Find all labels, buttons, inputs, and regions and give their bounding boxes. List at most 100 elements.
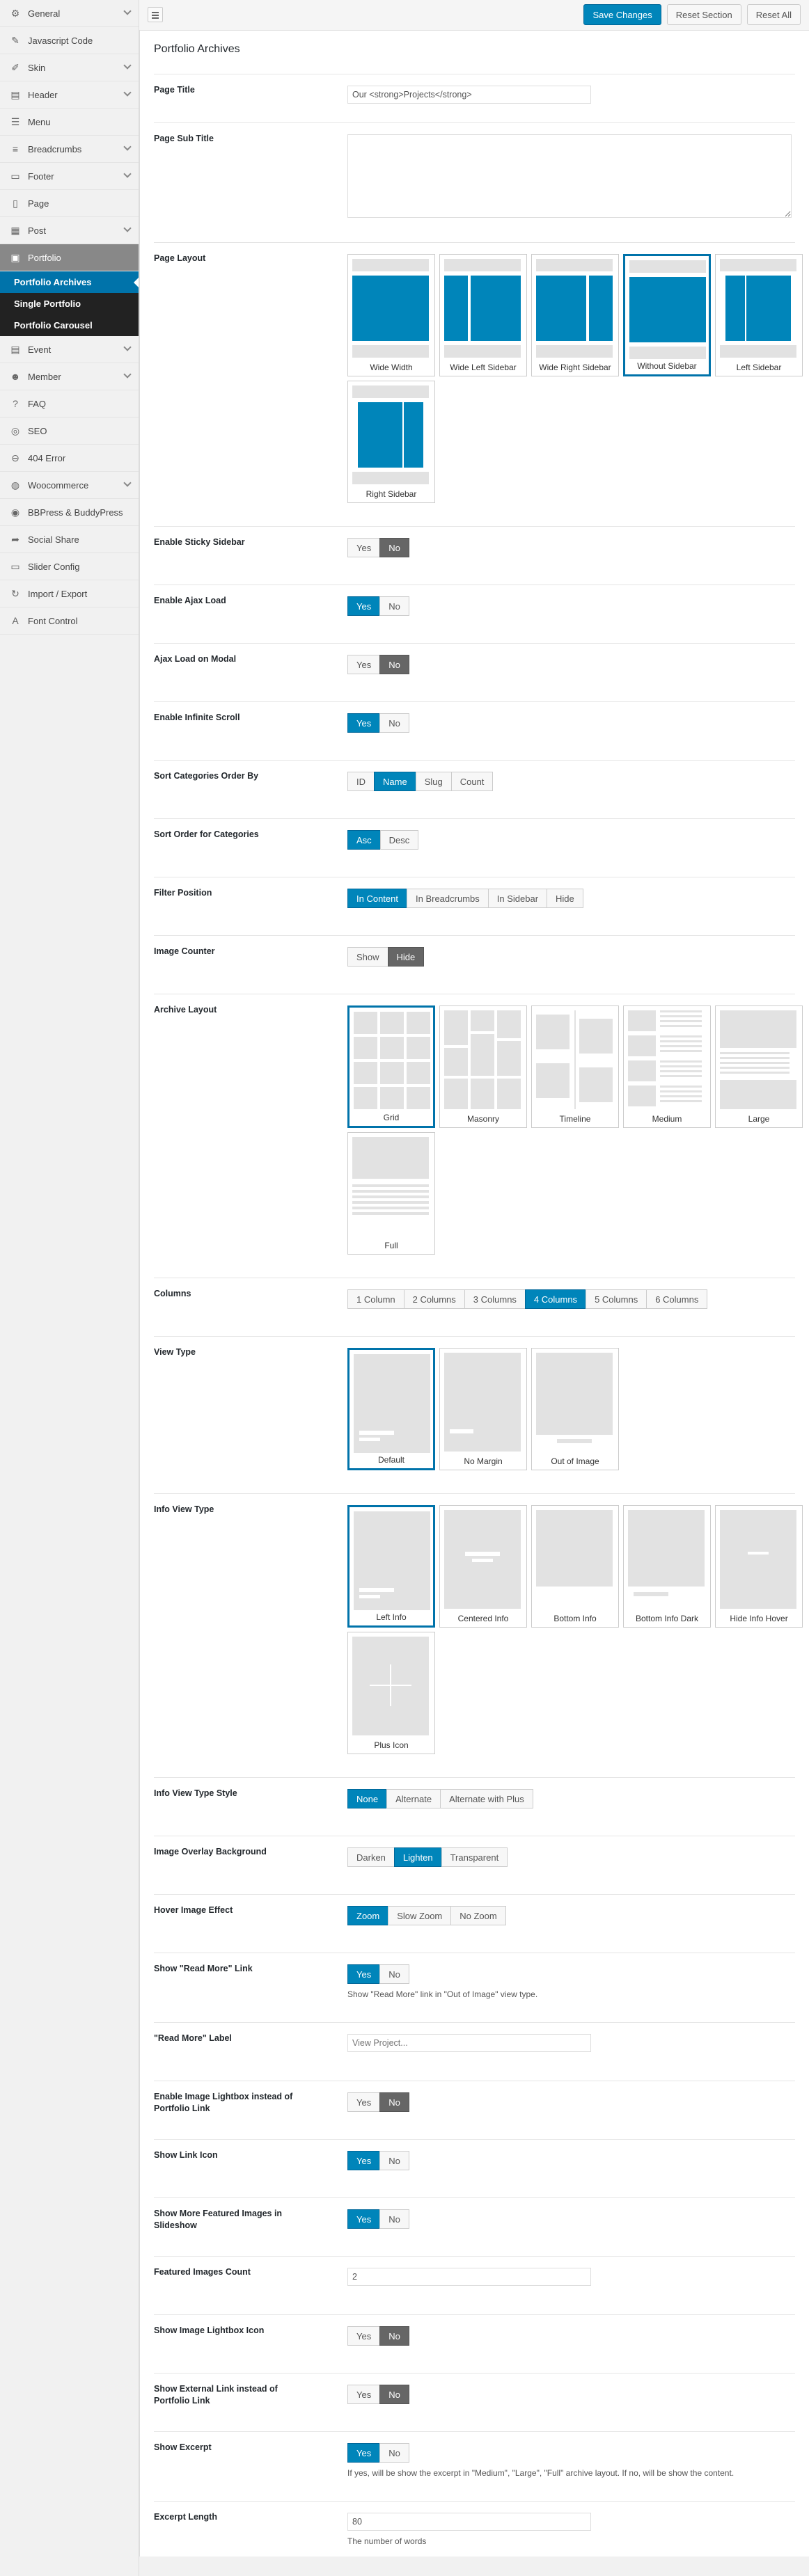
option-yes[interactable]: Yes [347,2209,381,2229]
option-yes[interactable]: Yes [347,2326,381,2346]
sidebar-item-header[interactable]: ▤ Header [0,81,139,109]
sidebar-item-member[interactable]: ☻ Member [0,363,139,390]
option-slug[interactable]: Slug [415,772,452,791]
sidebar-item-skin[interactable]: ✐ Skin [0,54,139,81]
option-right-sidebar[interactable]: Right Sidebar [347,381,435,503]
option-transparent[interactable]: Transparent [441,1847,508,1867]
option-timeline[interactable]: Timeline [531,1005,619,1128]
option-no[interactable]: No [379,655,409,674]
option-no[interactable]: No [379,2151,409,2170]
sidebar-item-event[interactable]: ▤ Event [0,336,139,363]
option-no[interactable]: No [379,2443,409,2463]
option-id[interactable]: ID [347,772,375,791]
option-1-column[interactable]: 1 Column [347,1289,404,1309]
chevron-down-icon[interactable] [123,7,132,15]
option-3-columns[interactable]: 3 Columns [464,1289,526,1309]
option-bottom-info-dark[interactable]: Bottom Info Dark [623,1505,711,1628]
option-hide-info-hover[interactable]: Hide Info Hover [715,1505,803,1628]
chevron-down-icon[interactable] [123,479,132,487]
option-in-breadcrumbs[interactable]: In Breadcrumbs [407,889,489,908]
option-left-sidebar[interactable]: Left Sidebar [715,254,803,376]
option-asc[interactable]: Asc [347,830,381,850]
text-input-excerpt-length[interactable] [347,2513,591,2531]
option-default[interactable]: Default [347,1348,435,1470]
sidebar-item-404-error[interactable]: ⊖ 404 Error [0,445,139,472]
option-yes[interactable]: Yes [347,2385,381,2404]
option-yes[interactable]: Yes [347,713,381,733]
sidebar-item-footer[interactable]: ▭ Footer [0,163,139,190]
chevron-down-icon[interactable] [123,343,132,351]
chevron-down-icon[interactable] [123,170,132,178]
option-hide[interactable]: Hide [547,889,583,908]
sub-title-textarea[interactable] [347,134,792,218]
option-no[interactable]: No [379,538,409,557]
option-full[interactable]: Full [347,1132,435,1255]
option-large[interactable]: Large [715,1005,803,1128]
option-yes[interactable]: Yes [347,2092,381,2112]
option-no[interactable]: No [379,2209,409,2229]
option-medium[interactable]: Medium [623,1005,711,1128]
save-changes-button[interactable]: Save Changes [583,4,661,25]
menu-toggle-icon[interactable] [148,7,163,22]
option-count[interactable]: Count [450,772,494,791]
reset-all-button[interactable]: Reset All [746,4,801,25]
reset-section-button[interactable]: Reset Section [666,4,741,25]
option-wide-width[interactable]: Wide Width [347,254,435,376]
option-plus-icon[interactable]: Plus Icon [347,1632,435,1754]
option-bottom-info[interactable]: Bottom Info [531,1505,619,1628]
option-no-margin[interactable]: No Margin [439,1348,527,1470]
option-yes[interactable]: Yes [347,655,381,674]
option-name[interactable]: Name [374,772,416,791]
option-no[interactable]: No [379,1964,409,1984]
option-alternate-with-plus[interactable]: Alternate with Plus [440,1789,533,1808]
option-no[interactable]: No [379,596,409,616]
option-4-columns[interactable]: 4 Columns [524,1289,587,1309]
sidebar-subitem-portfolio-archives[interactable]: Portfolio Archives [0,271,139,293]
text-input-read-more-label[interactable] [347,2034,591,2052]
chevron-down-icon[interactable] [123,143,132,151]
sidebar-item-portfolio[interactable]: ▣ Portfolio [0,244,139,271]
sidebar-item-breadcrumbs[interactable]: ≡ Breadcrumbs [0,136,139,163]
chevron-down-icon[interactable] [123,370,132,379]
sidebar-item-faq[interactable]: ? FAQ [0,390,139,418]
option-no-zoom[interactable]: No Zoom [450,1906,506,1925]
option-darken[interactable]: Darken [347,1847,395,1867]
sidebar-item-slider-config[interactable]: ▭ Slider Config [0,553,139,580]
option-masonry[interactable]: Masonry [439,1005,527,1128]
option-no[interactable]: No [379,2326,409,2346]
option-alternate[interactable]: Alternate [386,1789,441,1808]
option-yes[interactable]: Yes [347,596,381,616]
sidebar-item-seo[interactable]: ◎ SEO [0,418,139,445]
text-input-featured-count[interactable] [347,2268,591,2286]
option-no[interactable]: No [379,2385,409,2404]
sidebar-item-general[interactable]: ⚙ General [0,0,139,27]
option-none[interactable]: None [347,1789,388,1808]
option-2-columns[interactable]: 2 Columns [403,1289,465,1309]
chevron-down-icon[interactable] [123,224,132,232]
chevron-down-icon[interactable] [123,61,132,70]
option-yes[interactable]: Yes [347,2443,381,2463]
option-wide-right-sidebar[interactable]: Wide Right Sidebar [531,254,619,376]
option-without-sidebar[interactable]: Without Sidebar [623,254,711,376]
option-no[interactable]: No [379,713,409,733]
option-in-sidebar[interactable]: In Sidebar [487,889,548,908]
option-hide[interactable]: Hide [387,947,425,967]
sidebar-item-import-export[interactable]: ↻ Import / Export [0,580,139,607]
sidebar-item-page[interactable]: ▯ Page [0,190,139,217]
sidebar-item-bbpress-buddypress[interactable]: ◉ BBPress & BuddyPress [0,499,139,526]
option-slow-zoom[interactable]: Slow Zoom [388,1906,452,1925]
option-show[interactable]: Show [347,947,388,967]
option-wide-left-sidebar[interactable]: Wide Left Sidebar [439,254,527,376]
sidebar-item-post[interactable]: ▦ Post [0,217,139,244]
sidebar-item-woocommerce[interactable]: ◍ Woocommerce [0,472,139,499]
option-no[interactable]: No [379,2092,409,2112]
option-grid[interactable]: Grid [347,1005,435,1128]
option-lighten[interactable]: Lighten [393,1847,442,1867]
option-yes[interactable]: Yes [347,538,381,557]
sidebar-item-menu[interactable]: ☰ Menu [0,109,139,136]
option-left-info[interactable]: Left Info [347,1505,435,1628]
text-input-page-title[interactable] [347,86,591,104]
sidebar-subitem-portfolio-carousel[interactable]: Portfolio Carousel [0,315,139,336]
sidebar-item-javascript-code[interactable]: ✎ Javascript Code [0,27,139,54]
sidebar-item-social-share[interactable]: ➦ Social Share [0,526,139,553]
